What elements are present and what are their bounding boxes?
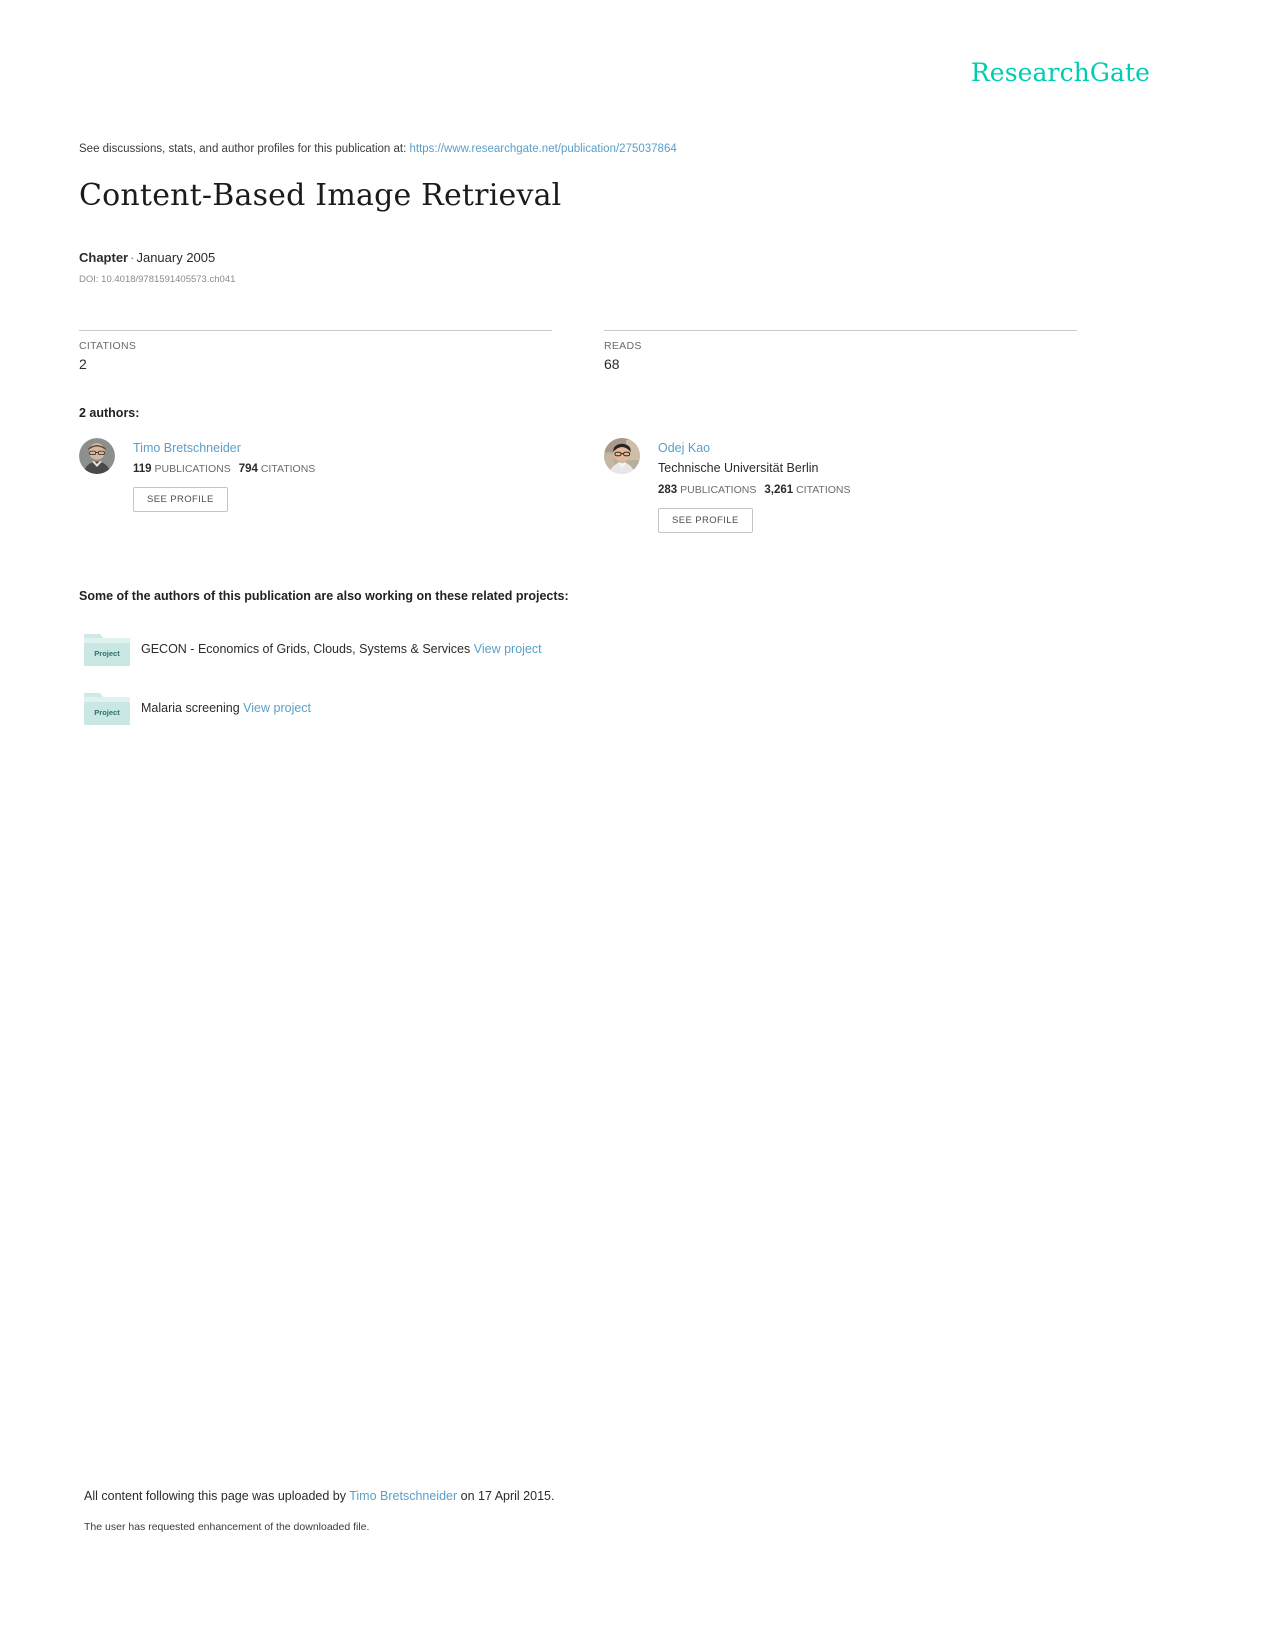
- author-name-link[interactable]: Odej Kao: [658, 440, 851, 456]
- publication-type-line: Chapter · January 2005: [79, 250, 215, 265]
- svg-text:Project: Project: [94, 708, 120, 717]
- discussion-prefix-text: See discussions, stats, and author profi…: [79, 143, 407, 155]
- publication-date: January 2005: [136, 250, 216, 265]
- authors-heading: 2 authors:: [79, 406, 140, 420]
- project-text: Malaria screening View project: [141, 701, 311, 715]
- publication-doi: DOI: 10.4018/9781591405573.ch041: [79, 274, 236, 285]
- svg-text:Project: Project: [94, 649, 120, 658]
- stat-label: READS: [604, 340, 642, 352]
- author-citations-count: 794: [238, 463, 258, 475]
- stat-value: 68: [604, 356, 620, 372]
- citations-label: CITATIONS: [796, 484, 851, 496]
- project-folder-icon: Project: [82, 630, 132, 670]
- stat-reads: READS 68: [604, 330, 1077, 372]
- author-metrics: 119 PUBLICATIONS 794 CITATIONS: [133, 463, 315, 475]
- discussion-line: See discussions, stats, and author profi…: [79, 143, 677, 155]
- uploader-link[interactable]: Timo Bretschneider: [349, 1489, 457, 1503]
- view-project-link[interactable]: View project: [243, 701, 311, 715]
- author-avatar-odej-kao[interactable]: [604, 438, 640, 474]
- projects-heading: Some of the authors of this publication …: [79, 589, 569, 603]
- author-publications-count: 283: [658, 484, 678, 496]
- author-citations-count: 3,261: [764, 484, 794, 496]
- stat-citations: CITATIONS 2: [79, 330, 552, 372]
- author-publications-count: 119: [133, 463, 152, 475]
- publication-url-link[interactable]: https://www.researchgate.net/publication…: [410, 143, 677, 155]
- project-title: GECON - Economics of Grids, Clouds, Syst…: [141, 642, 471, 656]
- upload-suffix-text: on 17 April 2015.: [460, 1489, 555, 1503]
- project-title: Malaria screening: [141, 701, 240, 715]
- author-body: Timo Bretschneider 119 PUBLICATIONS 794 C…: [133, 438, 315, 512]
- footer-enhancement-note: The user has requested enhancement of th…: [84, 1521, 370, 1533]
- researchgate-publication-page: ResearchGate See discussions, stats, and…: [0, 0, 1275, 1651]
- citations-label: CITATIONS: [260, 463, 316, 475]
- project-folder-icon: Project: [82, 689, 132, 729]
- author-metrics: 283 PUBLICATIONS 3,261 CITATIONS: [658, 484, 851, 496]
- view-project-link[interactable]: View project: [474, 642, 542, 656]
- author-name-link[interactable]: Timo Bretschneider: [133, 440, 315, 456]
- author-affiliation: Technische Universität Berlin: [658, 461, 819, 475]
- upload-prefix-text: All content following this page was uplo…: [84, 1489, 346, 1503]
- stat-label: CITATIONS: [79, 340, 137, 352]
- project-text: GECON - Economics of Grids, Clouds, Syst…: [141, 642, 542, 656]
- author-card: Timo Bretschneider 119 PUBLICATIONS 794 C…: [79, 438, 315, 512]
- publications-label: PUBLICATIONS: [680, 484, 757, 496]
- author-avatar-timo-bretschneider[interactable]: [79, 438, 115, 474]
- researchgate-logo: ResearchGate: [970, 58, 1150, 87]
- see-profile-button[interactable]: SEE PROFILE: [658, 508, 753, 533]
- publications-label: PUBLICATIONS: [154, 463, 231, 475]
- stat-divider: [79, 330, 552, 331]
- stat-divider: [604, 330, 1077, 331]
- footer-upload-line: All content following this page was uplo…: [84, 1489, 554, 1503]
- stat-value: 2: [79, 356, 87, 372]
- see-profile-button[interactable]: SEE PROFILE: [133, 487, 228, 512]
- author-body: Odej Kao Technische Universität Berlin 2…: [658, 438, 851, 533]
- author-card: Odej Kao Technische Universität Berlin 2…: [604, 438, 851, 533]
- publication-type: Chapter: [79, 250, 129, 265]
- page-title: Content-Based Image Retrieval: [79, 178, 562, 213]
